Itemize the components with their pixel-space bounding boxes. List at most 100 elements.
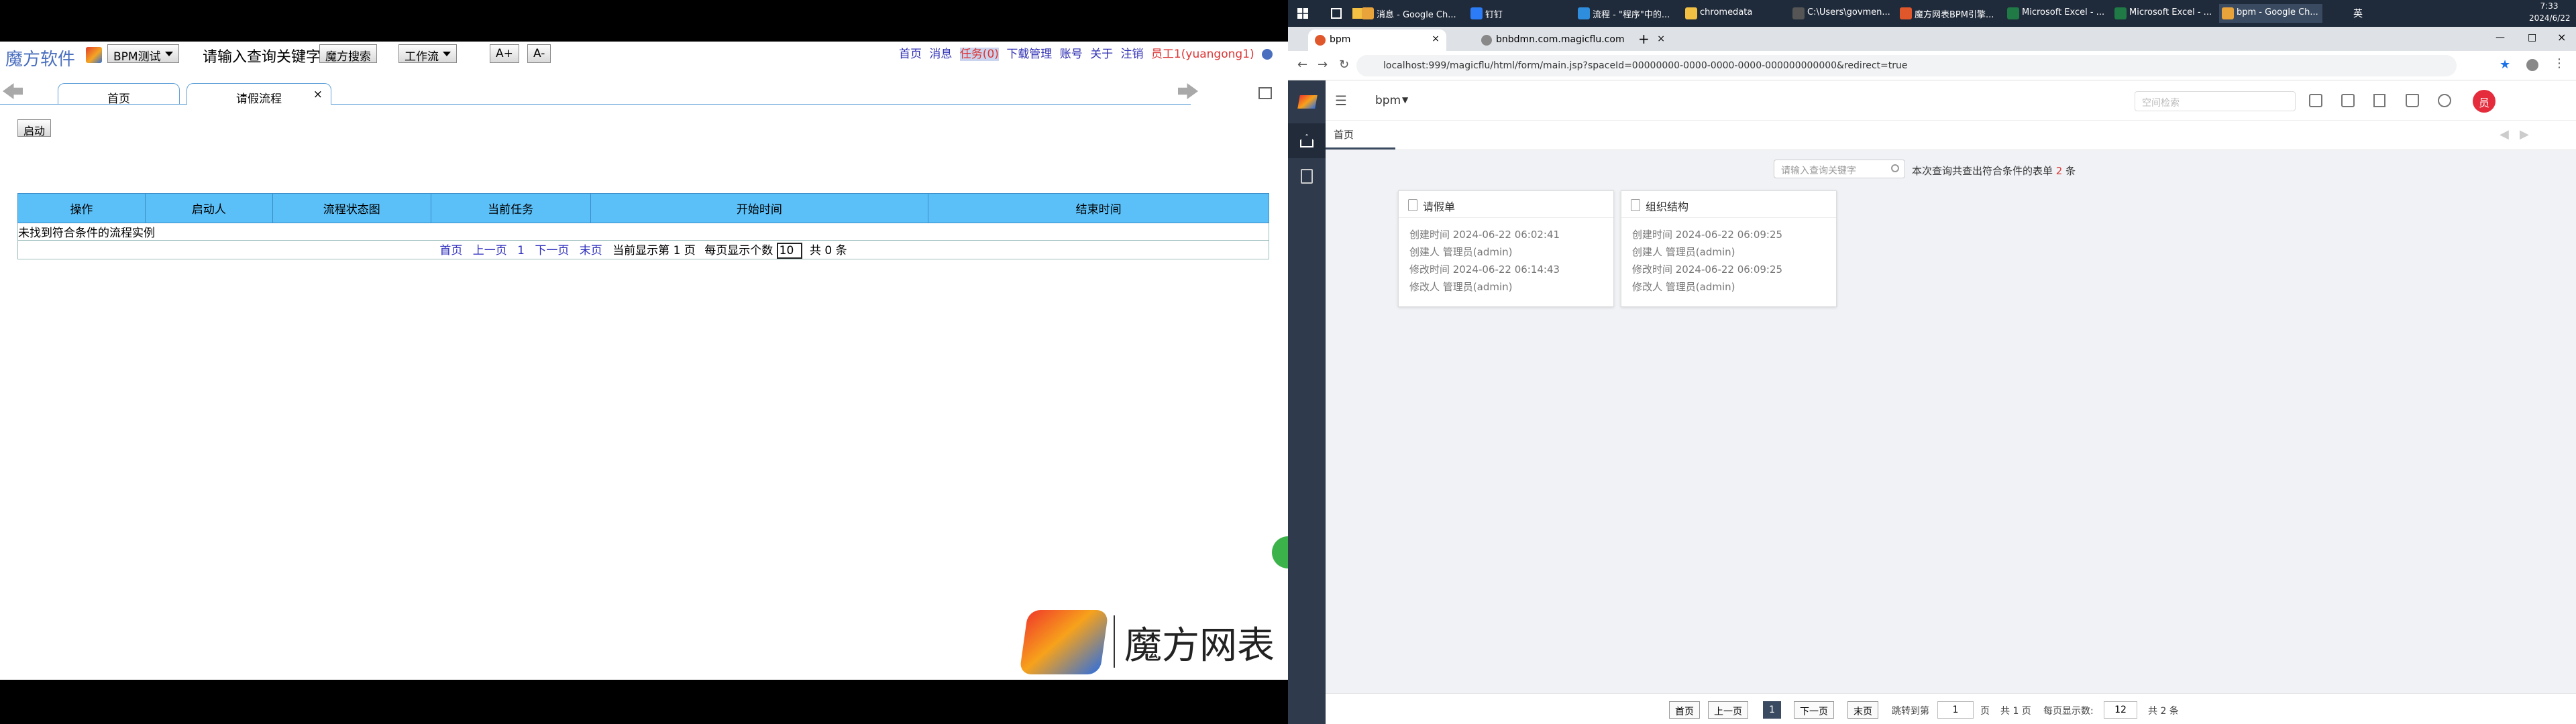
font-increase-button[interactable]: A+: [490, 44, 519, 63]
col-header-end-time: 结束时间: [928, 193, 1269, 223]
document-icon[interactable]: [2373, 94, 2385, 107]
pager-per-page-input[interactable]: 10: [776, 243, 802, 259]
window-min-icon[interactable]: —: [2496, 32, 2505, 43]
browser-address-bar: ← → ↻ localhost:999/magicflu/html/form/m…: [1288, 51, 2576, 80]
app-sidebar: [1288, 80, 1326, 724]
reload-icon[interactable]: ↻: [1339, 58, 1349, 72]
pager-total: 共 0 条: [810, 244, 847, 257]
browser-tab-bpm[interactable]: bpm ×: [1308, 29, 1446, 51]
brand-logo-icon: [86, 47, 102, 63]
pager-prev[interactable]: 上一页: [473, 244, 507, 257]
home-icon: [1300, 134, 1313, 147]
app-select-dropdown[interactable]: BPM测试: [107, 44, 179, 64]
sidebar-item-home[interactable]: [1288, 123, 1326, 158]
pager-first[interactable]: 首页: [1669, 701, 1700, 719]
url-input[interactable]: localhost:999/magicflu/html/form/main.js…: [1356, 55, 2457, 76]
left-pager: 首页 上一页 1 下一页 末页 当前显示第 1 页 每页显示个数 10 共 0 …: [439, 243, 847, 259]
pager-total: 共 2 条: [2148, 706, 2179, 717]
pager-next[interactable]: 下一页: [535, 244, 569, 257]
crumb-prev-icon[interactable]: ◀: [2500, 127, 2509, 141]
top-nav-message[interactable]: 消息: [929, 48, 952, 61]
tab-home[interactable]: 首页: [58, 83, 180, 106]
pager-last[interactable]: 末页: [1847, 701, 1878, 719]
clock-date[interactable]: 2024/6/22: [2529, 13, 2571, 23]
form-search-input[interactable]: 请输入查询关键字: [1774, 160, 1905, 178]
inbox-icon[interactable]: [2341, 94, 2355, 107]
pager-row: 首页 上一页 1 下一页 末页 当前显示第 1 页 每页显示个数 10 共 0 …: [17, 240, 1269, 259]
pager-jump-input[interactable]: 1: [1937, 701, 1974, 719]
share-icon[interactable]: [2309, 94, 2322, 107]
top-nav-task[interactable]: 任务(0): [959, 48, 999, 61]
input-lang[interactable]: 英: [2353, 7, 2363, 20]
module-select-dropdown[interactable]: 工作流: [398, 44, 457, 64]
browser-menu-icon[interactable]: ⋮: [2553, 56, 2565, 70]
crumb-next-icon[interactable]: ▶: [2520, 127, 2529, 141]
top-nav-download[interactable]: 下载管理: [1006, 48, 1052, 61]
pager-per-page-label: 每页显示个数: [704, 244, 773, 257]
result-count: 2: [2055, 165, 2063, 177]
card-modifier: 修改人 管理员(admin): [1409, 281, 1513, 293]
search-button[interactable]: 魔方搜索: [319, 44, 377, 64]
taskbar-item-3[interactable]: 流程 - "程序"中的...: [1575, 4, 1674, 23]
emoji-icon[interactable]: [2438, 94, 2451, 107]
help-icon[interactable]: [1262, 49, 1273, 60]
pager-last[interactable]: 末页: [580, 244, 602, 257]
top-nav-logout[interactable]: 注销: [1121, 48, 1144, 61]
browser-tab-close-icon-2[interactable]: ×: [1657, 34, 1665, 44]
pager-first[interactable]: 首页: [439, 244, 462, 257]
taskbar-item-9-active[interactable]: bpm - Google Ch...: [2219, 4, 2322, 23]
task-view-icon[interactable]: [1331, 8, 1342, 19]
taskbar-item-2[interactable]: 钉钉: [1468, 4, 1507, 23]
top-nav-account[interactable]: 账号: [1060, 48, 1083, 61]
pager-prev[interactable]: 上一页: [1708, 701, 1748, 719]
start-button[interactable]: 启动: [17, 119, 52, 137]
browser-tab-magicflu-label: bnbdmn.com.magicflu.com: [1496, 34, 1625, 45]
tab-menu-icon[interactable]: [1258, 87, 1272, 99]
tab-leave-process[interactable]: 请假流程 ×: [186, 83, 331, 106]
window-close-icon[interactable]: ×: [2557, 31, 2566, 44]
search-icon[interactable]: [1891, 164, 1899, 172]
browser-tab-close-icon[interactable]: ×: [1432, 34, 1440, 44]
sidebar-item-forms[interactable]: [1288, 160, 1326, 194]
space-search-input[interactable]: 空间检索: [2135, 91, 2296, 111]
profile-icon[interactable]: [2526, 59, 2538, 71]
pager-page[interactable]: 1: [517, 244, 525, 257]
top-nav-about[interactable]: 关于: [1090, 48, 1113, 61]
breadcrumb[interactable]: 首页: [1334, 127, 1354, 141]
windows-start-icon[interactable]: [1297, 8, 1308, 19]
top-nav-home[interactable]: 首页: [899, 48, 922, 61]
clock-time[interactable]: 7:33: [2529, 1, 2569, 11]
taskbar-item-4[interactable]: chromedata: [1682, 4, 1756, 23]
menu-toggle-icon[interactable]: ☰: [1335, 93, 1347, 109]
logo-divider: [1114, 615, 1115, 668]
taskbar-item-1[interactable]: 消息 - Google Ch...: [1359, 4, 1460, 23]
font-decrease-button[interactable]: A-: [527, 44, 551, 63]
taskbar-item-7[interactable]: Microsoft Excel - ...: [2004, 4, 2108, 23]
space-name[interactable]: bpm: [1375, 94, 1401, 107]
tab-close-icon[interactable]: ×: [313, 88, 323, 101]
form-card-leave[interactable]: 请假单 创建时间 2024-06-22 06:02:41 创建人 管理员(adm…: [1398, 190, 1614, 307]
window-max-icon[interactable]: □: [2528, 32, 2536, 43]
taskbar-item-6[interactable]: 魔方网表BPM引擎...: [1897, 4, 1998, 23]
new-tab-button[interactable]: +: [1638, 31, 1650, 47]
back-icon[interactable]: ←: [1297, 58, 1307, 72]
search-keyword-input[interactable]: 请输入查询关键字: [203, 45, 321, 66]
forward-icon[interactable]: →: [1318, 58, 1328, 72]
tab-home-label: 首页: [107, 93, 130, 106]
mofang-logo-tile: 魔方网表: [1012, 603, 1288, 680]
col-header-starter: 启动人: [144, 193, 273, 223]
space-dropdown-icon[interactable]: ▼: [1402, 95, 1408, 105]
pager-per-page-input[interactable]: 12: [2104, 701, 2137, 719]
process-instance-table: 操作 启动人 流程状态图 当前任务 开始时间 结束时间 未找到符合条件的流程实例…: [17, 193, 1269, 259]
pager-page[interactable]: 1: [1763, 701, 1781, 719]
pager-next[interactable]: 下一页: [1794, 701, 1834, 719]
shirt-icon[interactable]: [2406, 94, 2419, 107]
tab-scroll-right-icon[interactable]: [1178, 83, 1198, 99]
tab-scroll-left-icon[interactable]: [3, 83, 23, 99]
bookmark-star-icon[interactable]: ★: [2500, 58, 2510, 72]
taskbar-item-8[interactable]: Microsoft Excel - ...: [2112, 4, 2216, 23]
taskbar-item-5[interactable]: C:\Users\govmen...: [1790, 4, 1894, 23]
pager-page-unit: 页: [1980, 706, 1990, 717]
avatar[interactable]: 员: [2473, 90, 2496, 113]
form-card-org[interactable]: 组织结构 创建时间 2024-06-22 06:09:25 创建人 管理员(ad…: [1621, 190, 1837, 307]
